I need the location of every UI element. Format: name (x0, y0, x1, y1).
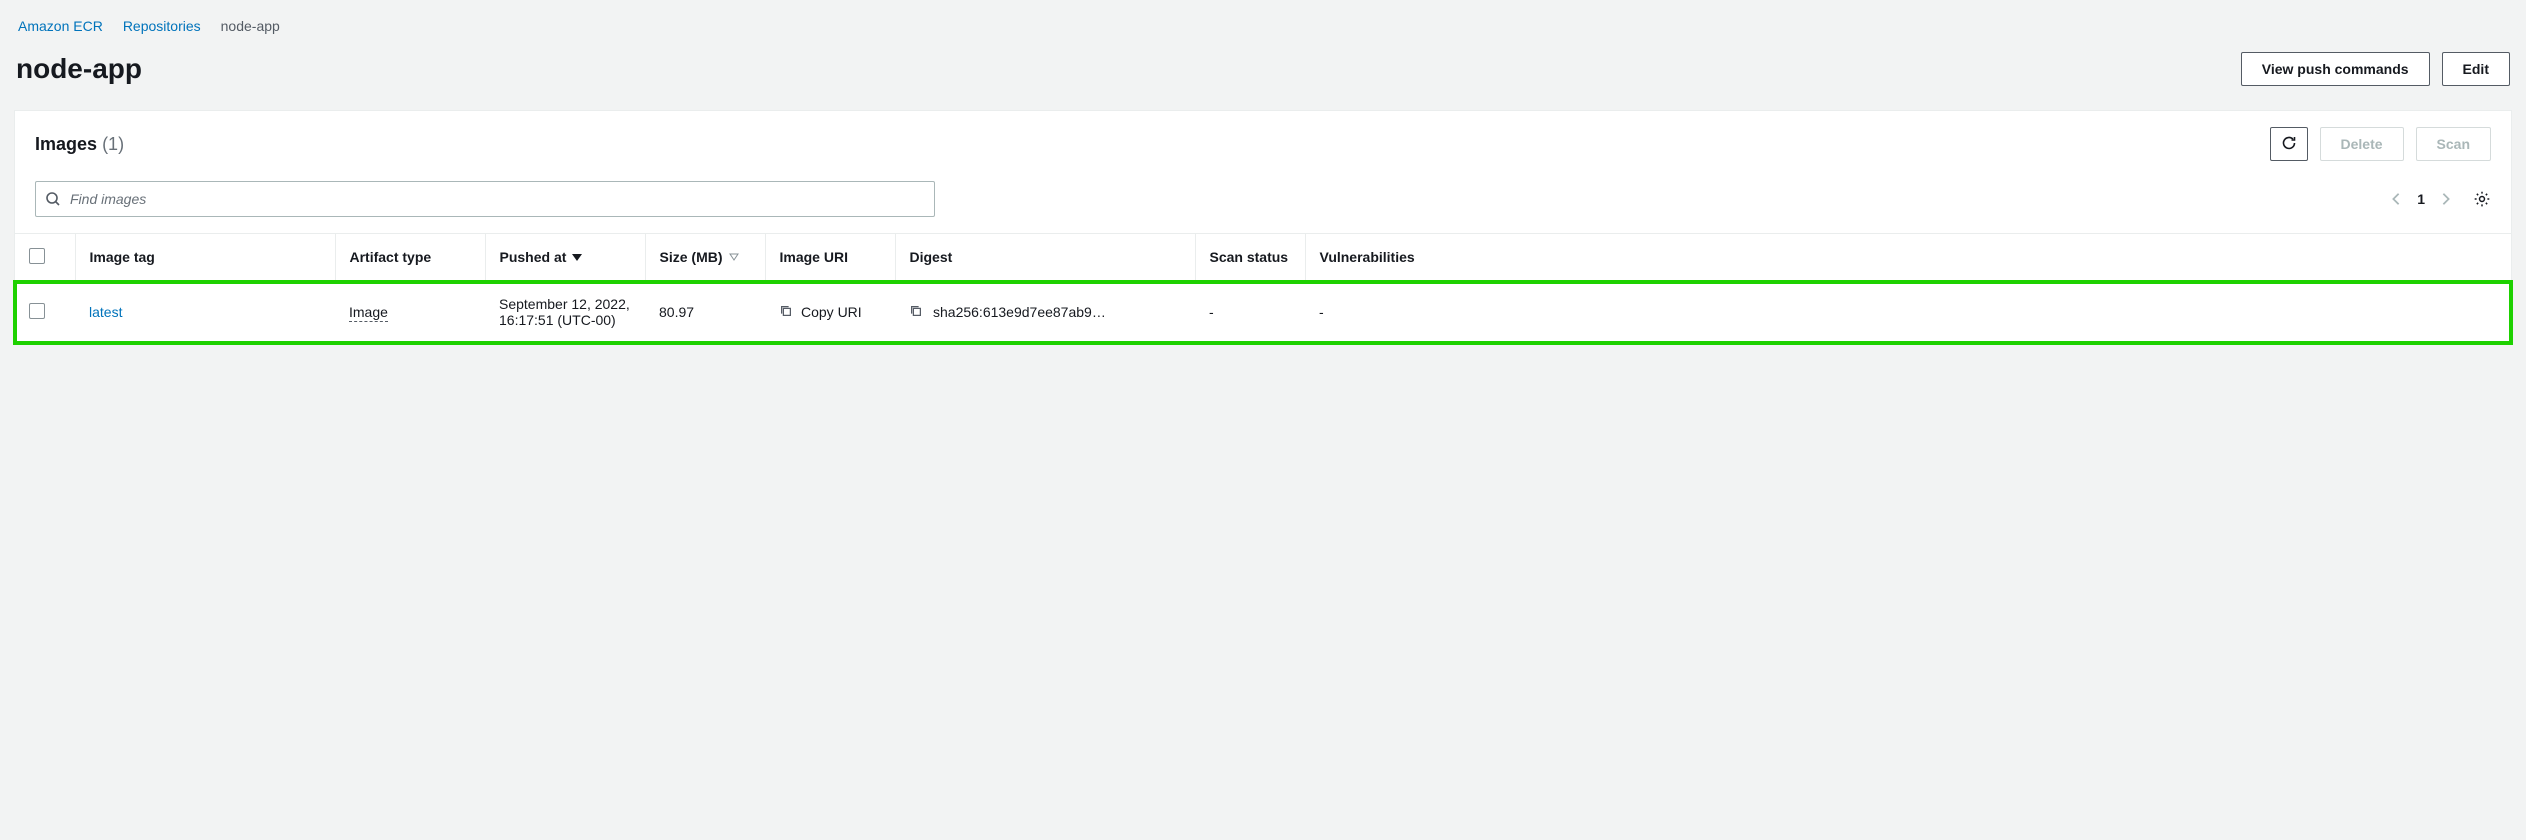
sort-none-icon (729, 252, 739, 262)
refresh-button[interactable] (2270, 127, 2308, 161)
scan-status: - (1209, 304, 1214, 320)
page-title: node-app (16, 53, 142, 85)
copy-icon[interactable] (909, 304, 923, 321)
digest-value: sha256:613e9d7ee87ab9… (933, 304, 1106, 320)
scan-button[interactable]: Scan (2416, 127, 2491, 161)
next-page-button[interactable] (2439, 192, 2453, 206)
refresh-icon (2281, 135, 2297, 154)
col-image-uri: Image URI (780, 249, 848, 265)
col-scan-status: Scan status (1210, 249, 1289, 265)
sort-desc-icon (572, 252, 582, 262)
col-vulnerabilities: Vulnerabilities (1320, 249, 1415, 265)
pagination: 1 (2389, 190, 2491, 208)
breadcrumb-link-repositories[interactable]: Repositories (123, 18, 201, 34)
settings-button[interactable] (2473, 190, 2491, 208)
delete-button[interactable]: Delete (2320, 127, 2404, 161)
image-tag-link[interactable]: latest (89, 304, 122, 320)
search-input[interactable] (35, 181, 935, 217)
vulnerabilities: - (1319, 304, 1324, 320)
breadcrumb-current: node-app (221, 18, 280, 34)
table-row: latest Image September 12, 2022, 16:17:5… (15, 282, 2511, 343)
image-size: 80.97 (659, 304, 694, 320)
select-all-checkbox[interactable] (29, 248, 45, 264)
col-image-tag[interactable]: Image tag (90, 249, 155, 265)
col-pushed-at[interactable]: Pushed at (500, 249, 567, 266)
breadcrumb: Amazon ECR Repositories node-app (14, 18, 2512, 48)
edit-button[interactable]: Edit (2442, 52, 2510, 86)
copy-icon[interactable] (779, 304, 793, 321)
images-panel: Images (1) Delete Scan (14, 110, 2512, 344)
copy-uri-button[interactable]: Copy URI (801, 304, 862, 320)
col-artifact-type[interactable]: Artifact type (350, 249, 432, 265)
breadcrumb-link-ecr[interactable]: Amazon ECR (18, 18, 103, 34)
artifact-type[interactable]: Image (349, 304, 388, 322)
col-size[interactable]: Size (MB) (660, 249, 723, 266)
view-push-commands-button[interactable]: View push commands (2241, 52, 2430, 86)
images-table: Image tag Artifact type Pushed at Size (… (15, 233, 2511, 343)
pushed-at: September 12, 2022, 16:17:51 (UTC-00) (499, 296, 630, 328)
col-digest: Digest (910, 249, 953, 265)
page-number: 1 (2417, 191, 2425, 207)
prev-page-button[interactable] (2389, 192, 2403, 206)
row-checkbox[interactable] (29, 303, 45, 319)
panel-title: Images (1) (35, 134, 124, 155)
